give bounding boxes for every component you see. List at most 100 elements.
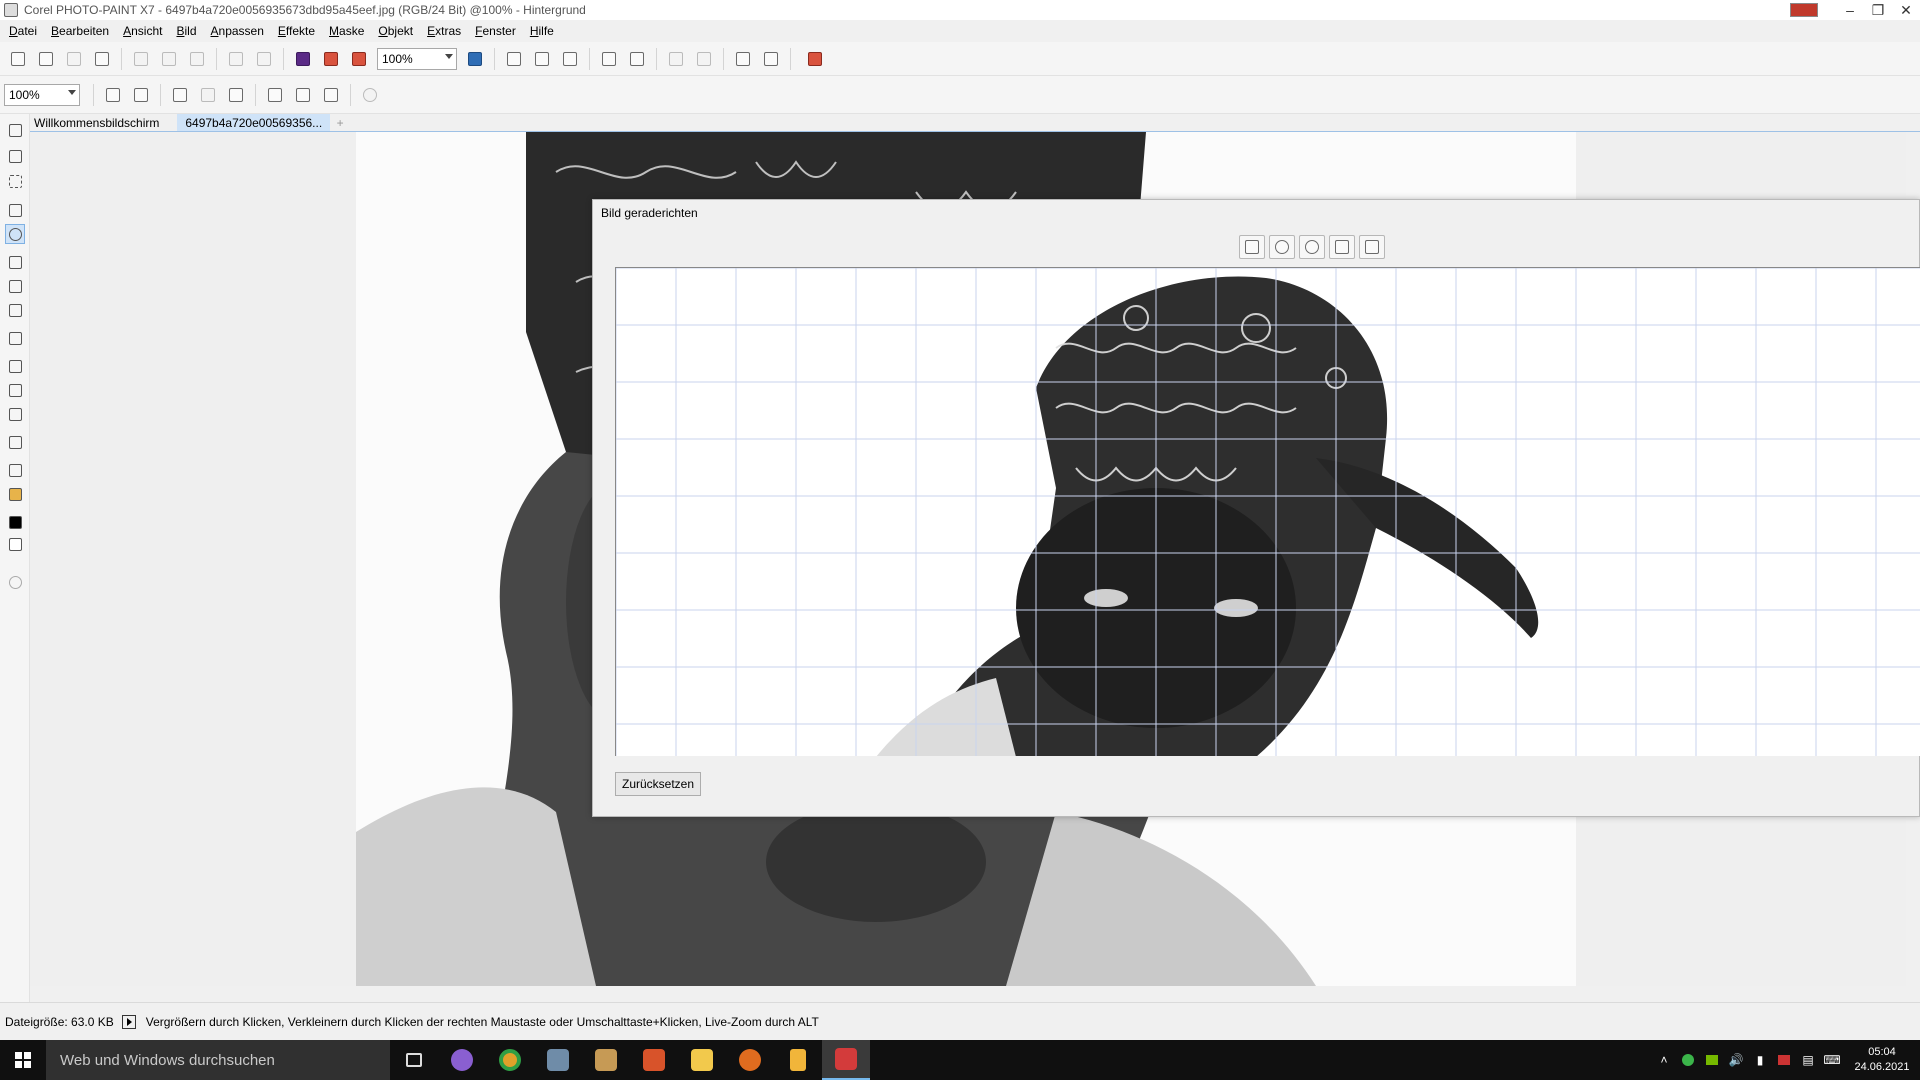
- dialog-zoom-out-button[interactable]: [1299, 235, 1325, 259]
- zoom-selected-button[interactable]: [168, 83, 192, 107]
- paste-button[interactable]: [185, 47, 209, 71]
- print-button[interactable]: [90, 47, 114, 71]
- copy-button[interactable]: [157, 47, 181, 71]
- menu-ansicht[interactable]: Ansicht: [116, 24, 169, 38]
- tab-welcome[interactable]: Willkommensbildschirm: [30, 114, 163, 131]
- full-screen-button[interactable]: [463, 47, 487, 71]
- export-button[interactable]: [347, 47, 371, 71]
- dialog-zoom-fit-button[interactable]: [1329, 235, 1355, 259]
- zoom-object-button[interactable]: [196, 83, 220, 107]
- taskbar-app-browser[interactable]: [726, 1040, 774, 1080]
- connection-tray-icon[interactable]: [1772, 1040, 1796, 1080]
- zoom-fit-button[interactable]: [224, 83, 248, 107]
- menu-anpassen[interactable]: Anpassen: [204, 24, 271, 38]
- maximize-button[interactable]: ❐: [1864, 2, 1892, 19]
- menu-objekt[interactable]: Objekt: [371, 24, 420, 38]
- taskbar-app-image-viewer[interactable]: [534, 1040, 582, 1080]
- keyboard-tray-icon[interactable]: ⌨: [1820, 1040, 1844, 1080]
- grid-button[interactable]: [530, 47, 554, 71]
- play-icon[interactable]: [121, 1014, 136, 1029]
- zoom-in-button[interactable]: [101, 83, 125, 107]
- dialog-zoom-in-button[interactable]: [1269, 235, 1295, 259]
- object-picker-button[interactable]: [664, 47, 688, 71]
- undo-button[interactable]: [224, 47, 248, 71]
- effect-tool[interactable]: [5, 356, 25, 376]
- zoom-out-button[interactable]: [129, 83, 153, 107]
- shape-tool[interactable]: [5, 380, 25, 400]
- cut-button[interactable]: [129, 47, 153, 71]
- preview-area[interactable]: [615, 267, 1920, 756]
- menu-extras[interactable]: Extras: [420, 24, 468, 38]
- fill-tool[interactable]: [5, 484, 25, 504]
- menu-effekte[interactable]: Effekte: [271, 24, 322, 38]
- transform-tool[interactable]: [5, 146, 25, 166]
- add-tool-button[interactable]: [5, 572, 25, 592]
- zoom-level-combo[interactable]: 100%: [377, 47, 457, 70]
- zoom-100-button[interactable]: [263, 83, 287, 107]
- launcher-button[interactable]: [798, 47, 832, 71]
- object-marquee-button[interactable]: [692, 47, 716, 71]
- horizontal-scrollbar[interactable]: [30, 986, 1920, 1002]
- paint-tool[interactable]: [5, 404, 25, 424]
- brush-tool[interactable]: [5, 300, 25, 320]
- menu-bild[interactable]: Bild: [169, 24, 203, 38]
- menu-maske[interactable]: Maske: [322, 24, 371, 38]
- menu-bearbeiten[interactable]: Bearbeiten: [44, 24, 116, 38]
- eyedropper-tool[interactable]: [5, 460, 25, 480]
- open-file-button[interactable]: [34, 47, 58, 71]
- show-hidden-icons-button[interactable]: ˄: [1652, 1040, 1676, 1080]
- network-tray-icon[interactable]: ▮: [1748, 1040, 1772, 1080]
- tab-image-document[interactable]: 6497b4a720e00569356...: [177, 114, 331, 131]
- corel-connect-button[interactable]: [291, 47, 315, 71]
- menu-datei[interactable]: Datei: [2, 24, 44, 38]
- menu-fenster[interactable]: Fenster: [468, 24, 523, 38]
- user-icon[interactable]: [1790, 3, 1818, 17]
- reset-button[interactable]: Zurücksetzen: [615, 772, 702, 796]
- clone-tool[interactable]: [5, 276, 25, 296]
- add-toolbar-item-button[interactable]: [358, 83, 382, 107]
- gpu-tray-icon[interactable]: [1700, 1040, 1724, 1080]
- taskbar-app-chrome[interactable]: [486, 1040, 534, 1080]
- snap-button[interactable]: [558, 47, 582, 71]
- add-tab-button[interactable]: +: [330, 114, 350, 131]
- import-button[interactable]: [319, 47, 343, 71]
- zoom-percent-combo[interactable]: 100%: [4, 83, 80, 106]
- start-button[interactable]: [0, 1040, 46, 1080]
- clock[interactable]: 05:04 24.06.2021: [1844, 1045, 1920, 1075]
- taskbar-app-game[interactable]: [774, 1040, 822, 1080]
- dialog-zoom-100-button[interactable]: [1359, 235, 1385, 259]
- taskbar-app-gallery[interactable]: [582, 1040, 630, 1080]
- taskbar-app-photo-paint[interactable]: [822, 1040, 870, 1080]
- taskbar-app-office[interactable]: [630, 1040, 678, 1080]
- redo-button[interactable]: [252, 47, 276, 71]
- zoom-height-button[interactable]: [319, 83, 343, 107]
- new-file-button[interactable]: [6, 47, 30, 71]
- rectangle-mask-tool[interactable]: [5, 171, 25, 191]
- notifications-tray-icon[interactable]: ▤: [1796, 1040, 1820, 1080]
- options-button[interactable]: [759, 47, 783, 71]
- taskbar-app-explorer[interactable]: [678, 1040, 726, 1080]
- paper-color-swatch[interactable]: [5, 534, 25, 554]
- minimize-button[interactable]: –: [1836, 2, 1864, 18]
- volume-tray-icon[interactable]: 🔊: [1724, 1040, 1748, 1080]
- drop-shadow-tool[interactable]: [5, 432, 25, 452]
- mask-overlay-button[interactable]: [597, 47, 621, 71]
- taskbar-search[interactable]: Web und Windows durchsuchen: [46, 1040, 390, 1080]
- color-swatches[interactable]: [5, 512, 25, 532]
- menu-hilfe[interactable]: Hilfe: [523, 24, 561, 38]
- taskbar-app-photos[interactable]: [438, 1040, 486, 1080]
- zoom-width-button[interactable]: [291, 83, 315, 107]
- red-eye-tool[interactable]: [5, 252, 25, 272]
- save-button[interactable]: [62, 47, 86, 71]
- task-view-button[interactable]: [390, 1040, 438, 1080]
- crop-tool[interactable]: [5, 200, 25, 220]
- security-tray-icon[interactable]: [1676, 1040, 1700, 1080]
- mask-marquee-button[interactable]: [625, 47, 649, 71]
- text-tool[interactable]: [5, 328, 25, 348]
- pan-button[interactable]: [1239, 235, 1265, 259]
- zoom-tool[interactable]: [5, 224, 25, 244]
- rulers-button[interactable]: [502, 47, 526, 71]
- pick-tool[interactable]: [5, 120, 25, 140]
- close-button[interactable]: ✕: [1892, 2, 1920, 19]
- image-window-button[interactable]: [731, 47, 755, 71]
